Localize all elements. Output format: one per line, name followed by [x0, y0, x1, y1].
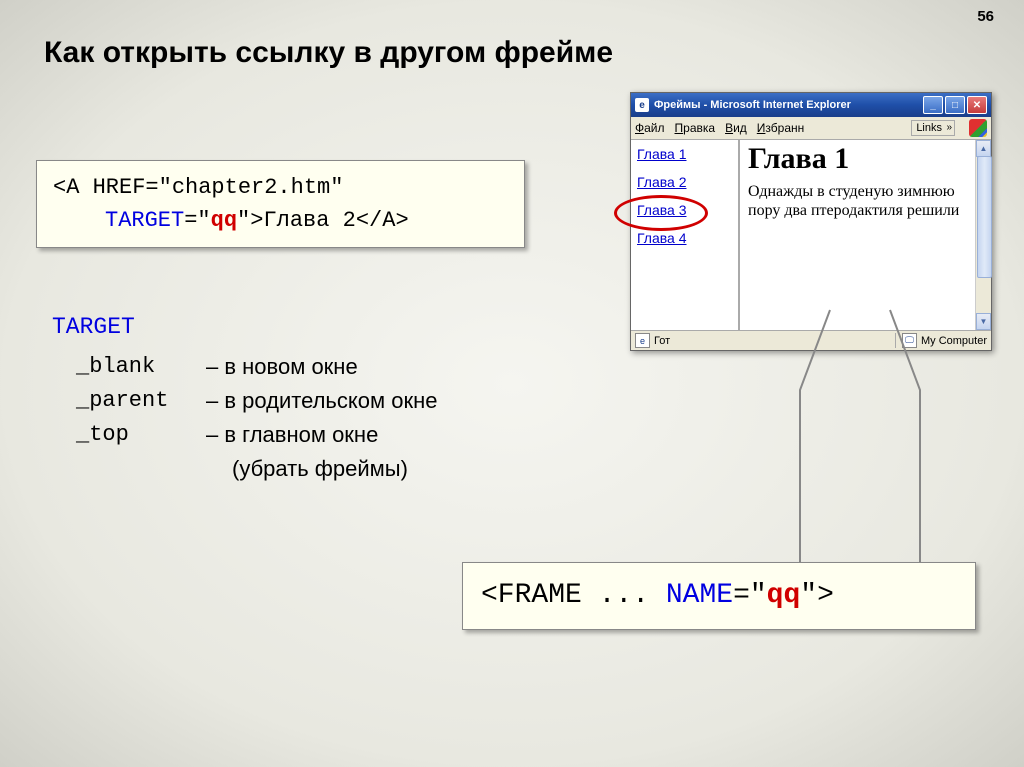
left-frame: Глава 1 Глава 2 Глава 3 Глава 4: [631, 140, 740, 330]
chapter-link[interactable]: Глава 4: [637, 230, 732, 246]
menubar: Файл Правка Вид Избранн Links: [631, 117, 991, 140]
scroll-down-button[interactable]: ▼: [976, 313, 991, 330]
content-heading: Глава 1: [748, 142, 983, 176]
ie-status-icon: e: [635, 333, 650, 348]
code-example-frame: <FRAME ... NAME="qq">: [462, 562, 976, 630]
target-keyword: TARGET: [52, 310, 437, 346]
scroll-thumb[interactable]: [977, 156, 992, 278]
zone-text: My Computer: [921, 335, 987, 347]
target-desc: – в новом окне: [206, 350, 358, 384]
code-text: Глава 2: [263, 208, 355, 233]
right-frame: Глава 1 Однажды в студеную зимнюю пору д…: [740, 140, 991, 330]
code-text: </A>: [356, 208, 409, 233]
menu-edit[interactable]: Правка: [675, 121, 716, 135]
content-body: Однажды в студеную зимнюю пору два птеро…: [748, 182, 983, 220]
code-attr: TARGET: [105, 208, 184, 233]
windows-logo-icon: [969, 119, 987, 137]
chapter-link[interactable]: Глава 2: [637, 174, 732, 190]
menu-favorites[interactable]: Избранн: [757, 121, 804, 135]
code-value: qq: [767, 580, 801, 611]
titlebar-text: Фреймы - Microsoft Internet Explorer: [654, 99, 923, 111]
target-value-top: _top: [76, 418, 206, 452]
code-text: =": [184, 208, 210, 233]
links-toolbar[interactable]: Links: [911, 120, 955, 136]
status-text: Гот: [654, 335, 670, 347]
code-text: =": [733, 580, 767, 611]
code-text: ">: [237, 208, 263, 233]
code-text: <A HREF="chapter2.htm": [53, 175, 343, 200]
computer-icon: 🖵: [902, 333, 917, 348]
code-text: <FRAME ...: [481, 580, 666, 611]
target-desc-extra: (убрать фреймы): [232, 452, 437, 486]
maximize-button[interactable]: □: [945, 96, 965, 114]
target-desc: – в главном окне: [206, 418, 378, 452]
page-title: Как открыть ссылку в другом фрейме: [44, 36, 613, 70]
target-value-blank: _blank: [76, 350, 206, 384]
callout-pointer: [760, 310, 980, 585]
scrollbar[interactable]: ▲ ▼: [975, 140, 991, 330]
chapter-link[interactable]: Глава 3: [637, 202, 732, 218]
ie-icon: e: [635, 98, 649, 112]
page-number: 56: [977, 8, 994, 25]
code-text: ">: [800, 580, 834, 611]
scroll-up-button[interactable]: ▲: [976, 140, 991, 157]
target-value-parent: _parent: [76, 384, 206, 418]
menu-file[interactable]: Файл: [635, 121, 665, 135]
target-desc: – в родительском окне: [206, 384, 437, 418]
menu-view[interactable]: Вид: [725, 121, 747, 135]
code-example-anchor: <A HREF="chapter2.htm" TARGET="qq">Глава…: [36, 160, 525, 248]
code-attr: NAME: [666, 580, 733, 611]
close-button[interactable]: ✕: [967, 96, 987, 114]
browser-window: e Фреймы - Microsoft Internet Explorer _…: [630, 92, 992, 351]
minimize-button[interactable]: _: [923, 96, 943, 114]
titlebar: e Фреймы - Microsoft Internet Explorer _…: [631, 93, 991, 117]
target-values-block: TARGET _blank – в новом окне _parent – в…: [52, 310, 437, 486]
statusbar: e Гот 🖵 My Computer: [631, 330, 991, 350]
code-value: qq: [211, 208, 237, 233]
chapter-link[interactable]: Глава 1: [637, 146, 732, 162]
client-area: Глава 1 Глава 2 Глава 3 Глава 4 Глава 1 …: [631, 140, 991, 330]
